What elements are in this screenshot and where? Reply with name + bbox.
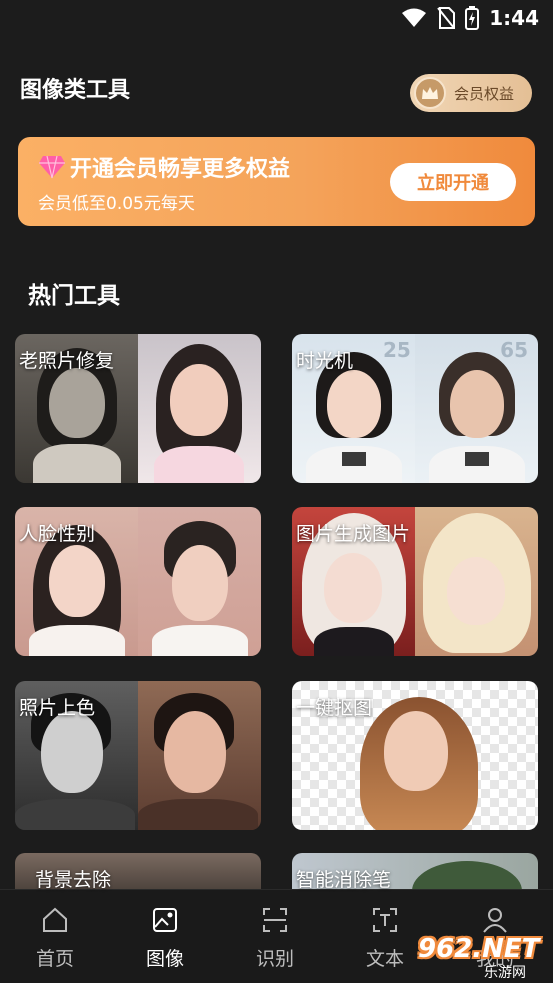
tool-card-old-photo-repair[interactable]: 老照片修复 xyxy=(15,334,261,483)
status-time: 1:44 xyxy=(489,6,539,30)
tab-label: 图像 xyxy=(145,948,184,970)
tool-card-label: 时光机 xyxy=(296,350,354,372)
tool-card-label: 背景去除 xyxy=(35,869,112,891)
tool-card-label: 一键抠图 xyxy=(296,697,373,719)
activate-membership-button[interactable]: 立即开通 xyxy=(390,163,516,201)
tab-label: 识别 xyxy=(255,948,294,970)
watermark-logo: 962.NET 乐游网 xyxy=(410,930,550,981)
no-sim-icon xyxy=(437,7,456,29)
tool-card-image-to-image[interactable]: 图片生成图片 xyxy=(292,507,538,656)
tab-image[interactable]: 图像 xyxy=(110,890,220,983)
image-icon xyxy=(153,908,177,932)
home-icon xyxy=(43,907,67,932)
tool-card-one-click-cutout[interactable]: 一键抠图 xyxy=(292,681,538,830)
banner-subtitle: 会员低至0.05元每天 xyxy=(38,194,195,214)
vip-benefits-label: 会员权益 xyxy=(454,84,515,103)
age-label-right-end: 65 xyxy=(500,338,528,362)
tab-recognize[interactable]: 识别 xyxy=(220,890,330,983)
tab-home[interactable]: 首页 xyxy=(0,890,110,983)
tool-card-label: 图片生成图片 xyxy=(296,523,411,545)
watermark-subtext: 乐游网 xyxy=(484,965,526,981)
status-bar: 1:44 xyxy=(0,0,553,40)
crown-icon xyxy=(414,77,446,109)
scan-icon xyxy=(263,908,287,932)
battery-charging-icon xyxy=(465,6,480,30)
tool-card-label: 老照片修复 xyxy=(19,350,115,372)
page-title: 图像类工具 xyxy=(20,78,131,103)
watermark-text: 962.NET xyxy=(418,934,540,964)
vip-benefits-button[interactable]: 会员权益 xyxy=(410,74,532,112)
membership-banner[interactable]: 开通会员畅享更多权益 会员低至0.05元每天 立即开通 xyxy=(18,137,535,226)
tool-card-photo-colorize[interactable]: 照片上色 xyxy=(15,681,261,830)
tool-card-time-machine[interactable]: 25 65 时光机 xyxy=(292,334,538,483)
tool-card-label: 智能消除笔 xyxy=(296,869,392,891)
tool-card-label: 照片上色 xyxy=(19,697,96,719)
tool-card-label: 人脸性别 xyxy=(19,523,96,545)
wifi-icon xyxy=(402,8,427,27)
text-icon xyxy=(373,908,397,932)
tool-card-smart-eraser[interactable]: 智能消除笔 xyxy=(292,853,538,893)
section-title-hot-tools: 热门工具 xyxy=(28,283,120,309)
tab-label: 首页 xyxy=(35,948,74,970)
tool-card-face-gender[interactable]: 人脸性别 xyxy=(15,507,261,656)
tab-label: 文本 xyxy=(365,948,404,970)
banner-title: 开通会员畅享更多权益 xyxy=(70,157,291,182)
age-label-right-start: 25 xyxy=(383,338,411,362)
diamond-icon xyxy=(39,155,65,179)
tool-card-background-removal[interactable]: 背景去除 xyxy=(15,853,261,893)
